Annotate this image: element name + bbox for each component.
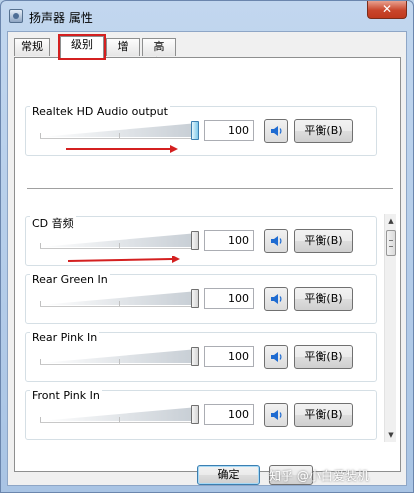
properties-window: 扬声器 属性 ✕ 常规 级别 增强 高级 Realtek HD Audio ou… xyxy=(0,0,414,493)
speaker-icon xyxy=(270,124,284,141)
slider-ticks xyxy=(40,133,198,141)
mute-button[interactable] xyxy=(264,345,288,369)
volume-value-field[interactable]: 100 xyxy=(204,404,254,425)
dialog-client: 常规 级别 增强 高级 Realtek HD Audio output 100 xyxy=(7,31,407,486)
ok-button[interactable]: 确定 xyxy=(197,465,260,485)
control-group-rear-green-in: Rear Green In 100 平衡(B) xyxy=(25,273,377,324)
control-label: Rear Green In xyxy=(30,273,110,286)
volume-slider-thumb[interactable] xyxy=(191,121,199,140)
speaker-icon xyxy=(270,350,284,367)
mute-button[interactable] xyxy=(264,287,288,311)
volume-slider-thumb[interactable] xyxy=(191,405,199,424)
red-arrow-annotation xyxy=(66,145,178,153)
volume-value-field[interactable]: 100 xyxy=(204,346,254,367)
balance-button[interactable]: 平衡(B) xyxy=(294,403,353,427)
speaker-icon xyxy=(270,292,284,309)
control-group-cd-audio: CD 音频 100 平衡(B) xyxy=(25,215,377,266)
control-group-rear-pink-in: Rear Pink In 100 平衡(B) xyxy=(25,331,377,382)
speaker-app-icon xyxy=(9,9,23,23)
balance-button[interactable]: 平衡(B) xyxy=(294,119,353,143)
arrow-down-icon[interactable]: ▼ xyxy=(385,428,397,442)
window-title: 扬声器 属性 xyxy=(29,11,93,25)
separator xyxy=(27,188,393,189)
control-label: Front Pink In xyxy=(30,389,102,402)
speaker-icon xyxy=(270,234,284,251)
tab-advanced[interactable]: 高级 xyxy=(142,38,176,69)
balance-button[interactable]: 平衡(B) xyxy=(294,345,353,369)
control-label: CD 音频 xyxy=(30,215,76,231)
tab-enhancements[interactable]: 增强 xyxy=(106,38,140,69)
mute-button[interactable] xyxy=(264,403,288,427)
balance-button[interactable]: 平衡(B) xyxy=(294,287,353,311)
vertical-scrollbar[interactable]: ▲ ▼ xyxy=(384,214,396,442)
volume-slider-thumb[interactable] xyxy=(191,231,199,250)
slider-ticks xyxy=(40,301,198,309)
balance-button[interactable]: 平衡(B) xyxy=(294,229,353,253)
red-arrow-annotation xyxy=(68,256,180,263)
control-group-front-pink-in: Front Pink In 100 平衡(B) xyxy=(25,389,377,440)
scrollbar-thumb[interactable] xyxy=(386,230,396,256)
control-label: Realtek HD Audio output xyxy=(30,105,170,118)
scrollable-control-list[interactable]: CD 音频 100 平衡(B) Rear Green In 100 平衡(B) … xyxy=(15,208,400,472)
control-group-realtek-output: Realtek HD Audio output 100 平衡(B) xyxy=(25,105,377,156)
control-label: Rear Pink In xyxy=(30,331,100,344)
volume-slider-thumb[interactable] xyxy=(191,289,199,308)
volume-value-field[interactable]: 100 xyxy=(204,230,254,251)
tab-highlight-annotation xyxy=(58,34,106,60)
close-button[interactable]: ✕ xyxy=(367,1,407,19)
mute-button[interactable] xyxy=(264,229,288,253)
slider-ticks xyxy=(40,243,198,251)
volume-value-field[interactable]: 100 xyxy=(204,120,254,141)
arrow-up-icon[interactable]: ▲ xyxy=(385,214,397,228)
mute-button[interactable] xyxy=(264,119,288,143)
speaker-icon xyxy=(270,408,284,425)
slider-ticks xyxy=(40,359,198,367)
slider-ticks xyxy=(40,417,198,425)
volume-value-field[interactable]: 100 xyxy=(204,288,254,309)
watermark-text: 知乎 @小白爱装机 xyxy=(269,469,369,483)
title-bar[interactable]: 扬声器 属性 ✕ xyxy=(1,1,413,31)
tab-general[interactable]: 常规 xyxy=(14,38,50,56)
levels-panel: Realtek HD Audio output 100 平衡(B) CD 音频 … xyxy=(14,57,401,472)
volume-slider-thumb[interactable] xyxy=(191,347,199,366)
